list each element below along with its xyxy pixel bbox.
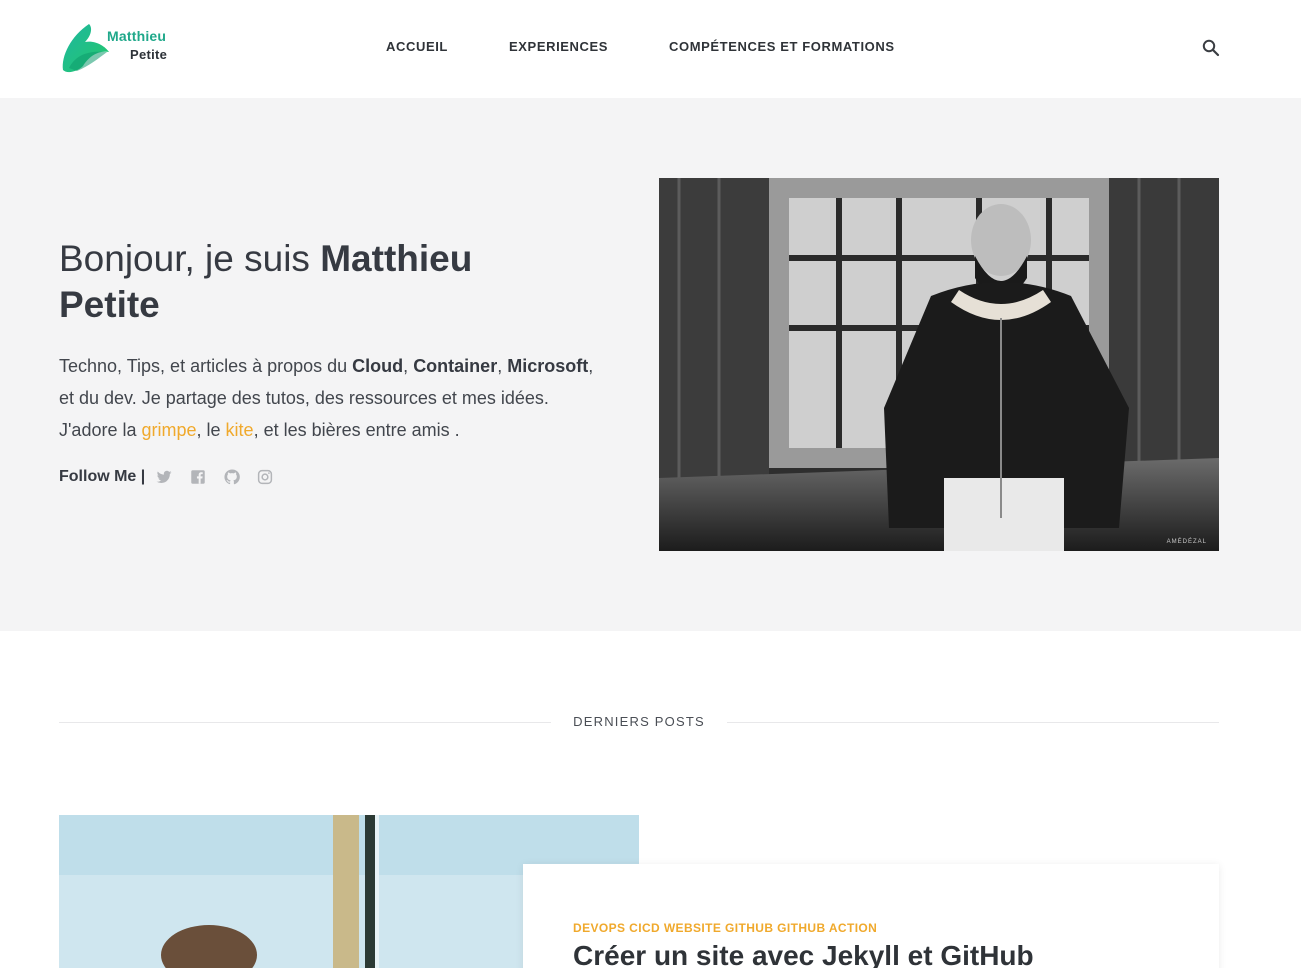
intro-text: ,: [403, 356, 414, 376]
logo-text-first: Matthieu: [107, 28, 167, 44]
intro-cloud: Cloud: [352, 356, 404, 376]
post-tags[interactable]: DEVOPS CICD WEBSITE GITHUB GITHUB ACTION: [573, 921, 877, 935]
follow-me-label: Follow Me |: [59, 468, 146, 485]
site-logo[interactable]: Matthieu Petite: [59, 22, 179, 74]
site-header: Matthieu Petite ACCUEIL EXPERIENCES COMP…: [0, 0, 1301, 98]
hero-title: Bonjour, je suis Matthieu Petite: [59, 236, 529, 328]
hero-greeting: Bonjour, je suis: [59, 238, 321, 279]
hero-section: Bonjour, je suis Matthieu Petite Techno,…: [0, 98, 1301, 631]
nav-experiences[interactable]: EXPERIENCES: [509, 39, 608, 54]
section-title: DERNIERS POSTS: [573, 714, 705, 729]
hero-portrait-photo: AMÉDÉZAL: [659, 178, 1219, 551]
section-divider-right: [727, 722, 1219, 723]
nav-accueil[interactable]: ACCUEIL: [386, 39, 448, 54]
intro-text: , et les bières entre amis .: [253, 420, 460, 440]
post-title[interactable]: Créer un site avec Jekyll et GitHub: [573, 940, 1034, 968]
twitter-icon[interactable]: [155, 468, 173, 486]
post-card[interactable]: DEVOPS CICD WEBSITE GITHUB GITHUB ACTION…: [523, 864, 1219, 968]
logo-text-last: Petite: [130, 47, 168, 62]
search-icon[interactable]: [1201, 38, 1221, 58]
intro-text: ,: [497, 356, 508, 376]
github-icon[interactable]: [223, 468, 241, 486]
intro-text: , le: [196, 420, 226, 440]
link-grimpe[interactable]: grimpe: [142, 420, 197, 440]
intro-text: Techno, Tips, et articles à propos du: [59, 356, 353, 376]
intro-container: Container: [413, 356, 498, 376]
section-divider-left: [59, 722, 551, 723]
nav-competences-formations[interactable]: COMPÉTENCES ET FORMATIONS: [669, 39, 895, 54]
instagram-icon[interactable]: [256, 468, 274, 486]
facebook-icon[interactable]: [189, 468, 207, 486]
intro-microsoft: Microsoft: [507, 356, 589, 376]
link-kite[interactable]: kite: [226, 420, 254, 440]
hero-intro: Techno, Tips, et articles à propos du Cl…: [59, 350, 599, 446]
photo-watermark: AMÉDÉZAL: [1166, 539, 1207, 545]
